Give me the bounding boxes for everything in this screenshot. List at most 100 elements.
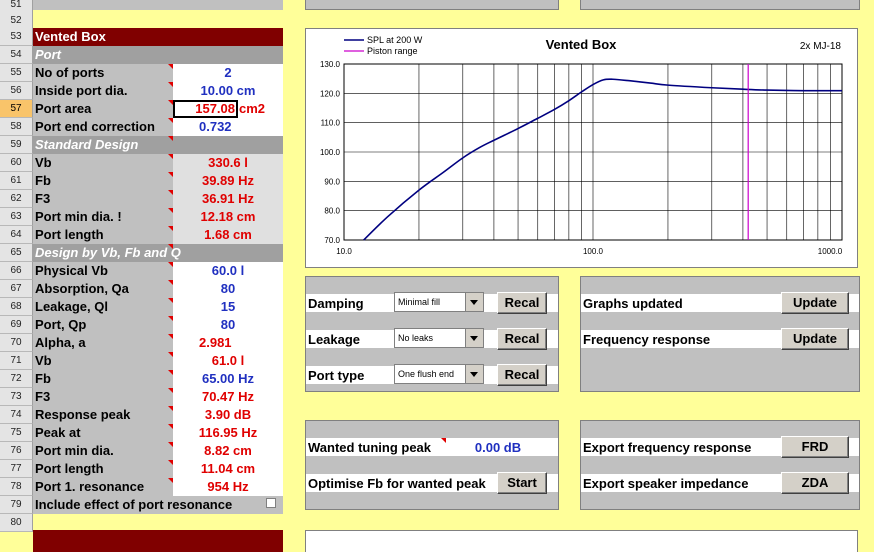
- leakage-select[interactable]: No leaks: [394, 328, 484, 348]
- port-qp-cell[interactable]: 80: [173, 316, 283, 334]
- absorption-cell[interactable]: 80: [173, 280, 283, 298]
- wanted-tuning-value[interactable]: 0.00 dB: [450, 439, 546, 457]
- row-header[interactable]: 73: [0, 388, 33, 406]
- label-leakage-ql: Leakage, Ql: [33, 298, 173, 316]
- port-resonance-cell: 954 Hz: [173, 478, 283, 496]
- row-header[interactable]: 58: [0, 118, 33, 136]
- chart-subtitle: 2x MJ-18: [800, 41, 842, 52]
- optimise-fb-label: Optimise Fb for wanted peak: [308, 476, 486, 491]
- response-peak-cell: 3.90 dB: [173, 406, 283, 424]
- alpha-cell: 2.981: [173, 334, 283, 352]
- legend-piston-label: Piston range: [367, 46, 418, 56]
- x-tick-label: 100.0: [583, 247, 604, 256]
- comment-marker: [168, 406, 173, 411]
- damping-label: Damping: [308, 296, 364, 311]
- row-header[interactable]: 79: [0, 496, 33, 514]
- label-peak-at: Peak at: [33, 424, 173, 442]
- export-zda-button[interactable]: ZDA: [781, 472, 849, 494]
- damping-select-value: Minimal fill: [398, 297, 441, 307]
- comment-marker: [168, 154, 173, 159]
- design-fb-cell[interactable]: 65.00 Hz: [173, 370, 283, 388]
- port-type-recal-button[interactable]: Recal: [497, 364, 547, 386]
- row-header[interactable]: 56: [0, 82, 33, 100]
- row-header[interactable]: 70: [0, 334, 33, 352]
- frequency-response-label: Frequency response: [583, 332, 711, 347]
- comment-marker: [168, 100, 173, 105]
- tuning-panel: [305, 420, 559, 510]
- label-port-qp: Port, Qp: [33, 316, 173, 334]
- damping-select[interactable]: Minimal fill: [394, 292, 484, 312]
- optimise-start-button[interactable]: Start: [497, 472, 547, 494]
- top-panel-left: [305, 0, 559, 10]
- label-std-port-min: Port min dia. !: [33, 208, 173, 226]
- leakage-ql-cell[interactable]: 15: [173, 298, 283, 316]
- port-area-value: 157.08: [195, 101, 235, 116]
- std-vb-cell: 330.6 l: [173, 154, 283, 172]
- graphs-update-button[interactable]: Update: [781, 292, 849, 314]
- comment-marker: [168, 298, 173, 303]
- y-tick-label: 110.0: [321, 119, 341, 128]
- row-header[interactable]: 59: [0, 136, 33, 154]
- export-impedance-label: Export speaker impedance: [583, 476, 749, 491]
- row-header[interactable]: 74: [0, 406, 33, 424]
- damping-recal-button[interactable]: Recal: [497, 292, 547, 314]
- row-header[interactable]: 60: [0, 154, 33, 172]
- port-section-header: Port: [33, 46, 283, 64]
- include-port-resonance-checkbox[interactable]: [266, 498, 276, 508]
- comment-marker: [441, 438, 446, 443]
- physical-vb-cell[interactable]: 60.0 l: [173, 262, 283, 280]
- port-type-select-value: One flush end: [398, 369, 455, 379]
- row-header[interactable]: 78: [0, 478, 33, 496]
- row-header[interactable]: 64: [0, 226, 33, 244]
- export-frd-button[interactable]: FRD: [781, 436, 849, 458]
- row-header[interactable]: 66: [0, 262, 33, 280]
- port-end-correction-cell[interactable]: 0.732: [173, 118, 283, 136]
- comment-marker: [168, 190, 173, 195]
- comment-marker: [168, 460, 173, 465]
- row-header[interactable]: 57: [0, 100, 33, 118]
- leakage-select-value: No leaks: [398, 333, 434, 343]
- leakage-label: Leakage: [308, 332, 361, 347]
- row-header[interactable]: 67: [0, 280, 33, 298]
- row-header[interactable]: 71: [0, 352, 33, 370]
- row-header[interactable]: 80: [0, 514, 33, 532]
- design-vb-cell: 61.0 l: [173, 352, 283, 370]
- design-port-length-cell: 11.04 cm: [173, 460, 283, 478]
- label-inside-port-dia: Inside port dia.: [33, 82, 173, 100]
- export-panel: [580, 420, 860, 510]
- row-header[interactable]: 76: [0, 442, 33, 460]
- row-header[interactable]: 62: [0, 190, 33, 208]
- comment-marker: [168, 424, 173, 429]
- row-header[interactable]: 63: [0, 208, 33, 226]
- row-header[interactable]: 72: [0, 370, 33, 388]
- row-header[interactable]: 77: [0, 460, 33, 478]
- standard-design-header: Standard Design: [33, 136, 283, 154]
- no-of-ports-cell[interactable]: 2: [173, 64, 283, 82]
- port-type-label: Port type: [308, 368, 365, 383]
- label-std-port-length: Port length: [33, 226, 173, 244]
- comment-marker: [168, 316, 173, 321]
- peak-at-cell: 116.95 Hz: [173, 424, 283, 442]
- chevron-down-icon: [465, 365, 483, 383]
- row-header[interactable]: 55: [0, 64, 33, 82]
- label-port-area: Port area: [33, 100, 173, 118]
- frequency-response-update-button[interactable]: Update: [781, 328, 849, 350]
- port-type-select[interactable]: One flush end: [394, 364, 484, 384]
- y-tick-label: 70.0: [324, 236, 340, 245]
- row-header[interactable]: 61: [0, 172, 33, 190]
- comment-marker: [168, 82, 173, 87]
- y-tick-label: 90.0: [324, 177, 340, 186]
- row-header[interactable]: 75: [0, 424, 33, 442]
- row-header[interactable]: 65: [0, 244, 33, 262]
- row-header[interactable]: 69: [0, 316, 33, 334]
- label-design-port-min: Port min dia.: [33, 442, 173, 460]
- label-design-f3: F3: [33, 388, 173, 406]
- leakage-recal-button[interactable]: Recal: [497, 328, 547, 350]
- port-area-cell[interactable]: 157.08 cm2: [173, 100, 283, 118]
- row-header[interactable]: 54: [0, 46, 33, 64]
- row-header[interactable]: 53: [0, 28, 33, 46]
- y-tick-label: 120.0: [320, 89, 341, 98]
- row-header[interactable]: 68: [0, 298, 33, 316]
- top-panel-right: [580, 0, 860, 10]
- inside-port-dia-cell[interactable]: 10.00 cm: [173, 82, 283, 100]
